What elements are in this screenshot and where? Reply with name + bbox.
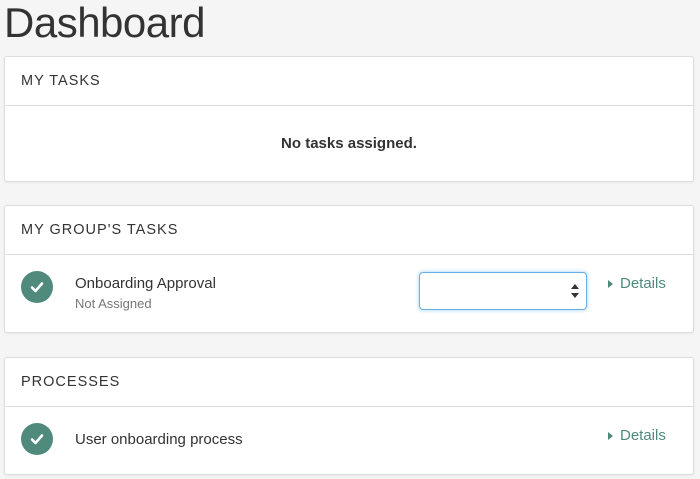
processes-panel: PROCESSES User onboarding process Detail…	[4, 357, 694, 475]
check-circle-icon	[21, 423, 53, 455]
my-tasks-heading: MY TASKS	[5, 57, 693, 106]
check-circle-icon	[21, 271, 53, 303]
process-title[interactable]: User onboarding process	[75, 431, 243, 448]
no-tasks-message: No tasks assigned.	[281, 134, 417, 152]
list-item: User onboarding process Details	[5, 407, 693, 473]
task-title[interactable]: Onboarding Approval	[75, 275, 216, 292]
details-label: Details	[620, 275, 666, 292]
group-tasks-panel: MY GROUP'S TASKS Onboarding Approval Not…	[4, 205, 694, 333]
page-title: Dashboard	[4, 0, 205, 46]
my-tasks-panel: MY TASKS No tasks assigned.	[4, 56, 694, 182]
assignee-select[interactable]	[419, 272, 587, 310]
group-tasks-heading: MY GROUP'S TASKS	[5, 206, 693, 255]
table-row: Onboarding Approval Not Assigned Details	[5, 255, 693, 331]
caret-right-icon	[608, 431, 613, 440]
processes-heading: PROCESSES	[5, 358, 693, 407]
select-arrows-icon	[571, 284, 579, 298]
details-link[interactable]: Details	[608, 275, 666, 292]
task-assignee-status: Not Assigned	[75, 296, 152, 311]
details-label: Details	[620, 427, 666, 444]
details-link[interactable]: Details	[608, 427, 666, 444]
caret-right-icon	[608, 279, 613, 288]
